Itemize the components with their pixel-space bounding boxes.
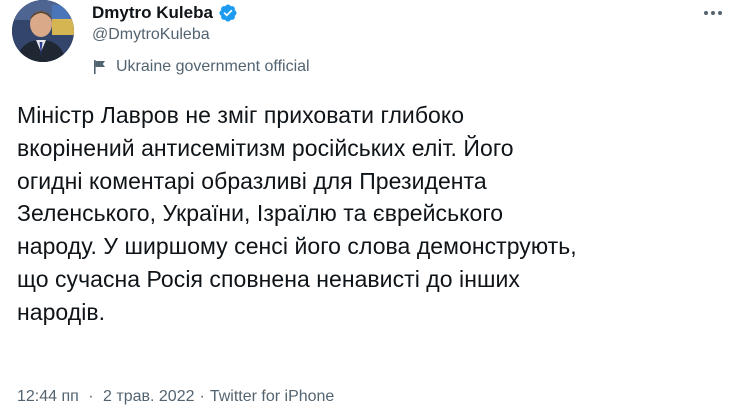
tweet-date: 2 трав. 2022 xyxy=(103,388,195,405)
meta-separator: · xyxy=(88,388,94,405)
avatar[interactable] xyxy=(12,0,74,62)
tweet-timestamp[interactable]: 12:44 пп · 2 трав. 2022 xyxy=(17,388,195,406)
tweet-meta: 12:44 пп · 2 трав. 2022 · Twitter for iP… xyxy=(17,386,334,408)
tweet-text: Міністр Лавров не зміг приховати глибоко… xyxy=(17,102,577,325)
more-options-button[interactable] xyxy=(696,0,730,26)
avatar-image xyxy=(12,0,74,62)
author-display-name[interactable]: Dmytro Kuleba xyxy=(92,3,213,23)
government-label-text: Ukraine government official xyxy=(116,58,310,75)
author-name-row: Dmytro Kuleba xyxy=(92,2,238,24)
more-horizontal-icon xyxy=(704,11,722,15)
flag-icon xyxy=(94,60,105,74)
government-label[interactable]: Ukraine government official xyxy=(92,57,310,77)
tweet-source-link[interactable]: Twitter for iPhone xyxy=(210,388,335,406)
tweet-card: Dmytro Kuleba @DmytroKuleba Ukraine gove… xyxy=(0,0,746,414)
meta-separator: · xyxy=(199,388,205,405)
verified-badge-icon xyxy=(219,4,237,22)
tweet-time: 12:44 пп xyxy=(17,388,79,405)
author-handle[interactable]: @DmytroKuleba xyxy=(92,26,210,44)
